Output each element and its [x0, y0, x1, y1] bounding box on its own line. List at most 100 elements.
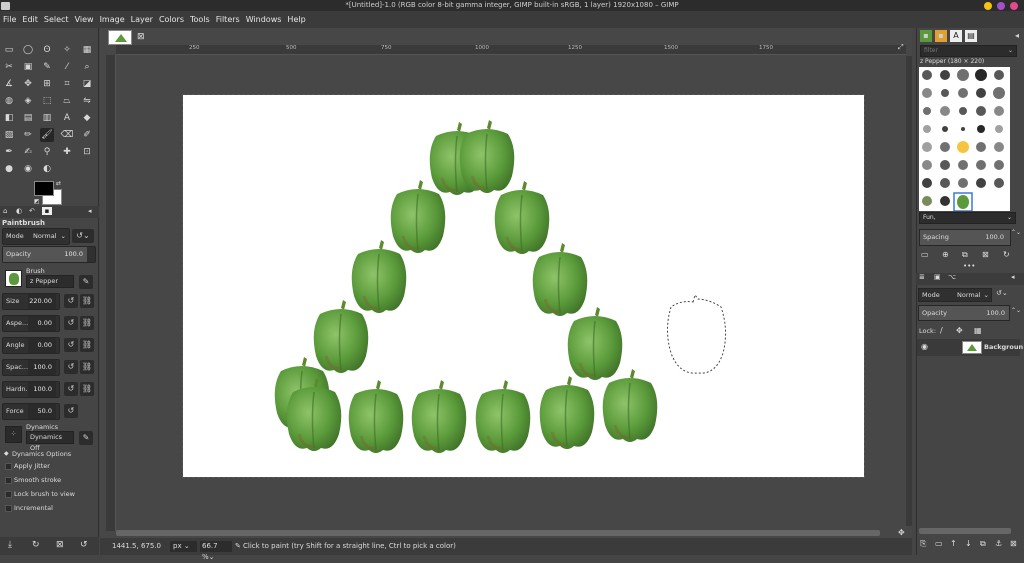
- fuzzy-select-icon[interactable]: ✧: [60, 43, 74, 57]
- text-icon[interactable]: A: [60, 111, 74, 125]
- angle-slider[interactable]: Angle 0.00: [2, 337, 60, 354]
- swap-colors-icon[interactable]: ⇄: [56, 180, 61, 187]
- dock-menu-icon[interactable]: ◂: [1011, 30, 1023, 42]
- eraser-icon[interactable]: ⌫: [60, 128, 74, 142]
- reset-hardness-icon[interactable]: ↺: [64, 382, 78, 396]
- zoom-toggle-icon[interactable]: ⤢: [898, 43, 904, 52]
- patterns-tab-icon[interactable]: ▪: [935, 30, 947, 42]
- brush-filter-input[interactable]: filter ⌄: [920, 45, 1017, 57]
- spinner-icon[interactable]: ⌃⌄: [1011, 229, 1021, 236]
- gradient-icon[interactable]: ▤: [21, 111, 35, 125]
- reset-aspect-icon[interactable]: ↺: [64, 316, 78, 330]
- brush-preview[interactable]: [5, 270, 22, 287]
- select-by-color-icon[interactable]: ▦: [80, 43, 94, 57]
- blend-icon[interactable]: ▧: [2, 128, 16, 142]
- document-history-tab-icon[interactable]: ▤: [965, 30, 977, 42]
- vertical-scrollbar[interactable]: [906, 56, 912, 526]
- smudge-icon[interactable]: ●: [2, 162, 16, 176]
- lasso-icon[interactable]: ʘ: [40, 43, 54, 57]
- ellipse-select-icon[interactable]: ◯: [21, 43, 35, 57]
- brush-tag-select[interactable]: Fun, ⌄: [919, 212, 1016, 224]
- layers-tab-icon[interactable]: ≣: [919, 273, 925, 281]
- opacity-slider[interactable]: Opacity 100.0: [2, 246, 96, 263]
- spinner-icon[interactable]: ⌃⌄: [1011, 307, 1021, 314]
- measure-icon[interactable]: ∡: [2, 77, 16, 91]
- flip-icon[interactable]: ⇋: [80, 94, 94, 108]
- move-icon[interactable]: ✥: [21, 77, 35, 91]
- warp-icon[interactable]: ◍: [2, 94, 16, 108]
- menu-colors[interactable]: Colors: [156, 11, 187, 28]
- delete-options-icon[interactable]: ⊠: [56, 540, 64, 550]
- layer-opacity-slider[interactable]: Opacity 100.0: [918, 305, 1010, 321]
- tool-options-tab-icon[interactable]: ⌂: [3, 207, 7, 215]
- pencil-icon[interactable]: ✏: [21, 128, 35, 142]
- foreground-color-swatch[interactable]: [34, 181, 54, 196]
- menu-image[interactable]: Image: [97, 11, 128, 28]
- menu-windows[interactable]: Windows: [243, 11, 285, 28]
- dodge-burn-icon[interactable]: ◐: [40, 162, 54, 176]
- menu-help[interactable]: Help: [284, 11, 308, 28]
- incremental-checkbox[interactable]: [5, 505, 12, 512]
- mode-select[interactable]: Mode Normal ⌄: [2, 228, 70, 245]
- menu-tools[interactable]: Tools: [187, 11, 213, 28]
- new-brush-icon[interactable]: ⊕: [942, 250, 949, 259]
- cage-icon[interactable]: ⬚: [40, 94, 54, 108]
- pane-grip-icon[interactable]: •••: [963, 262, 975, 270]
- delete-brush-icon[interactable]: ⊠: [982, 250, 989, 259]
- device-status-tab-icon[interactable]: ◐: [16, 207, 22, 215]
- fonts-tab-icon[interactable]: A: [950, 30, 962, 42]
- menu-select[interactable]: Select: [41, 11, 72, 28]
- align-icon[interactable]: ⊞: [40, 77, 54, 91]
- dynamics-options-expander[interactable]: Dynamics Options: [12, 450, 71, 458]
- perspective-clone-icon[interactable]: ⊡: [80, 145, 94, 159]
- save-options-icon[interactable]: ⤓: [8, 540, 12, 550]
- paths-tab-icon[interactable]: ⌥: [948, 273, 956, 281]
- perspective-icon[interactable]: ⏢: [60, 94, 74, 108]
- delete-layer-icon[interactable]: ⊠: [1010, 539, 1017, 548]
- navigate-icon[interactable]: ✥: [898, 528, 905, 537]
- reset-force-icon[interactable]: ↺: [64, 404, 78, 418]
- image-canvas[interactable]: [182, 94, 865, 478]
- channels-tab-icon[interactable]: ▣: [934, 273, 941, 281]
- close-tab-icon[interactable]: ⊠: [137, 32, 145, 42]
- brushes-tab-icon[interactable]: ▪: [920, 30, 932, 42]
- reset-angle-icon[interactable]: ↺: [64, 338, 78, 352]
- zoom-icon[interactable]: ⌕: [80, 60, 94, 74]
- link-aspect-icon[interactable]: ⛓: [80, 316, 94, 330]
- brush-name-field[interactable]: z Pepper: [26, 275, 74, 288]
- link-angle-icon[interactable]: ⛓: [80, 338, 94, 352]
- paintbrush-icon[interactable]: 🖌: [40, 128, 54, 142]
- raise-layer-icon[interactable]: ↑: [950, 539, 957, 548]
- menu-filters[interactable]: Filters: [213, 11, 243, 28]
- lower-layer-icon[interactable]: ↓: [965, 539, 972, 548]
- images-tab-icon[interactable]: ▪: [42, 207, 52, 215]
- layers-scrollbar[interactable]: [919, 528, 1011, 534]
- hardness-slider[interactable]: Hardn... 100.0: [2, 381, 60, 398]
- brush-spacing-slider[interactable]: Spacing 100.0: [919, 229, 1011, 246]
- reset-mode-button[interactable]: ↺⌄: [72, 229, 94, 243]
- menu-layer[interactable]: Layer: [128, 11, 156, 28]
- lock-position-icon[interactable]: ✥: [956, 326, 963, 335]
- link-hardness-icon[interactable]: ⛓: [80, 382, 94, 396]
- size-slider[interactable]: Size 220.00: [2, 293, 60, 310]
- lock-pixels-icon[interactable]: /: [940, 326, 943, 335]
- menu-file[interactable]: File: [0, 11, 19, 28]
- text-tool-icon[interactable]: ◧: [2, 111, 16, 125]
- menu-view[interactable]: View: [72, 11, 97, 28]
- aspect-slider[interactable]: Aspe... 0.00: [2, 315, 60, 332]
- maximize-button[interactable]: [997, 2, 1005, 10]
- foreground-select-icon[interactable]: ▣: [21, 60, 35, 74]
- unified-transform-icon[interactable]: ◪: [80, 77, 94, 91]
- fill-icon[interactable]: ▥: [40, 111, 54, 125]
- heal-icon[interactable]: ✚: [60, 145, 74, 159]
- duplicate-layer-icon[interactable]: ⧉: [980, 539, 986, 549]
- reset-spacing-icon[interactable]: ↺: [64, 360, 78, 374]
- brush-tag-icon[interactable]: ▭: [921, 250, 929, 259]
- restore-options-icon[interactable]: ↻: [32, 540, 40, 550]
- horizontal-scrollbar[interactable]: [116, 530, 880, 536]
- rect-select-icon[interactable]: ▭: [2, 43, 16, 57]
- new-layer-icon[interactable]: ⎘: [920, 539, 926, 549]
- zoom-select[interactable]: 66.7 %⌄: [200, 541, 232, 561]
- link-size-icon[interactable]: ⛓: [80, 294, 94, 308]
- undo-history-tab-icon[interactable]: ↶: [29, 207, 35, 215]
